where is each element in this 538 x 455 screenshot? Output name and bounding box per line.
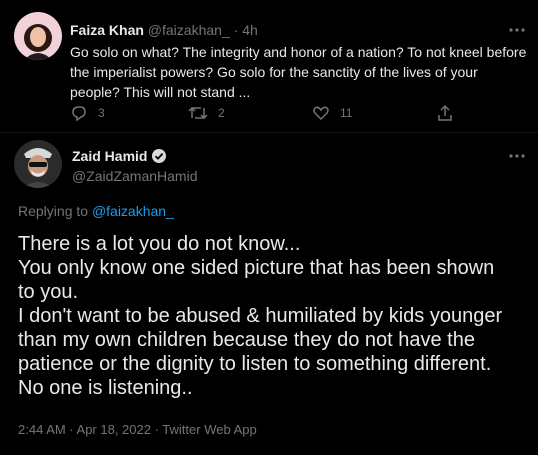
main-author-name-row: Zaid Hamid [72,148,167,164]
reply-count: 3 [98,106,105,120]
main-author-name[interactable]: Zaid Hamid [72,148,147,164]
retweet-count: 2 [218,106,225,120]
parent-tweet-actions: 3 2 11 [70,104,510,124]
replying-to: Replying to @faizakhan_ [18,203,174,219]
main-author-handle[interactable]: @ZaidZamanHamid [72,168,197,184]
verified-badge-icon [151,148,167,164]
tweet-text-line: I don't want to be abused & humiliated b… [18,305,503,327]
more-icon[interactable] [507,148,527,164]
like-icon [312,104,330,122]
share-icon [436,104,454,122]
parent-author-handle[interactable]: @faizakhan_ [148,22,230,38]
retweet-icon [188,104,208,122]
reply-icon [70,104,88,122]
tweet-text-line: You only know one sided picture that has… [18,257,495,279]
tweet-text-line: to you. [18,281,79,303]
parent-timestamp[interactable]: 4h [242,22,258,38]
parent-separator: · [233,22,239,38]
tweet-text-line: patience or the dignity to listen to som… [18,353,492,375]
avatar-zaid-hamid[interactable] [14,140,62,188]
parent-author-name[interactable]: Faiza Khan [70,22,144,38]
share-button[interactable] [436,104,454,122]
replying-prefix: Replying to [18,203,92,219]
tweet-text-line: than my own children because they do not… [18,329,475,351]
parent-tweet-header: Faiza Khan @faizakhan_ · 4h [70,22,258,38]
retweet-button[interactable]: 2 [188,104,225,122]
thread-divider [0,132,538,133]
like-count: 11 [340,106,353,120]
avatar-faiza-khan[interactable] [14,12,62,60]
parent-tweet-text: Go solo on what? The integrity and honor… [70,44,527,100]
main-tweet-text: There is a lot you do not know... You on… [18,232,528,400]
tweet-text-line: No one is listening.. [18,377,193,399]
more-icon[interactable] [507,22,527,38]
like-button[interactable]: 11 [312,104,352,122]
reply-button[interactable]: 3 [70,104,105,122]
tweet-text-line: There is a lot you do not know... [18,233,301,255]
replying-to-mention[interactable]: @faizakhan_ [92,203,174,219]
tweet-meta[interactable]: 2:44 AM · Apr 18, 2022 · Twitter Web App [18,422,257,437]
